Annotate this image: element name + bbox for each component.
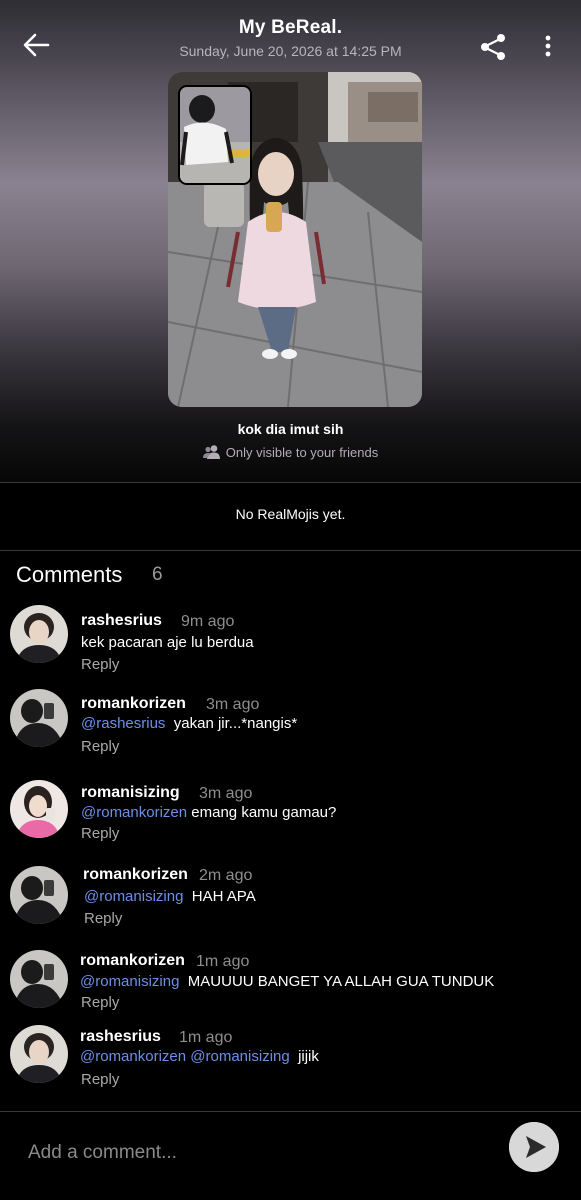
send-icon [509,1122,559,1172]
comment-time: 1m ago [179,1029,233,1046]
comment-text: @romanisizing MAUUUU BANGET YA ALLAH GUA… [80,973,494,990]
more-options-button[interactable] [536,30,560,64]
comment-time: 2m ago [199,867,253,884]
reply-button[interactable]: Reply [81,656,119,673]
comment-text: @rashesrius yakan jir...*nangis* [81,715,297,732]
share-button[interactable] [476,30,510,64]
comment-time: 9m ago [181,613,235,630]
reply-button[interactable]: Reply [81,1071,119,1088]
realmojis-empty-text: No RealMojis yet. [235,506,346,522]
comment-text: kek pacaran aje lu berdua [81,634,254,651]
comment-time: 3m ago [199,785,253,802]
comment-text: @romanisizing HAH APA [84,888,256,905]
visibility-text: Only visible to your friends [225,445,379,460]
share-icon [481,34,505,60]
divider [0,482,581,483]
visibility-note: Only visible to your friends [0,444,581,463]
comment-username[interactable]: rashesrius [80,1028,161,1046]
comment-text: @romankorizen @romanisizing jijik [80,1048,319,1065]
comment-text-body: yakan jir...*nangis* [173,715,298,732]
mention-link[interactable]: @romankorizen [80,1048,186,1065]
mention-link[interactable]: @romanisizing [80,973,179,990]
mention-link[interactable]: @romanisizing [190,1048,289,1065]
comment-username[interactable]: romanisizing [81,784,180,802]
comment-text-body: emang kamu gamau? [191,804,337,821]
comment-username[interactable]: romankorizen [80,952,185,970]
comment-username[interactable]: romankorizen [83,866,188,884]
reply-button[interactable]: Reply [81,738,119,755]
avatar[interactable] [10,866,68,924]
reply-button[interactable]: Reply [81,994,119,1011]
mention-link[interactable]: @rashesrius [81,715,165,732]
more-vertical-icon [545,35,551,57]
mention-link[interactable]: @romankorizen [81,804,187,821]
comments-heading: Comments [16,562,123,587]
avatar[interactable] [10,689,68,747]
comment-time: 1m ago [196,953,250,970]
comment-text-body: jijik [298,1048,319,1065]
post-caption: kok dia imut sih [237,421,344,437]
comment-text-body: HAH APA [191,888,256,905]
comment-input[interactable] [28,1142,488,1164]
friends-icon [202,444,220,463]
comment-text: @romankorizen emang kamu gamau? [81,804,336,821]
divider [0,550,581,551]
avatar[interactable] [10,1025,68,1083]
reply-button[interactable]: Reply [81,825,119,842]
comment-text-body: MAUUUU BANGET YA ALLAH GUA TUNDUK [187,973,495,990]
avatar[interactable] [10,780,68,838]
avatar[interactable] [10,950,68,1008]
reply-button[interactable]: Reply [84,910,122,927]
comment-time: 3m ago [206,696,260,713]
avatar[interactable] [10,605,68,663]
comment-username[interactable]: romankorizen [81,695,186,713]
mention-link[interactable]: @romanisizing [84,888,183,905]
send-button[interactable] [509,1122,559,1172]
comment-username[interactable]: rashesrius [81,612,162,630]
comments-count: 6 [152,564,163,585]
selfie-thumbnail[interactable] [178,85,252,185]
